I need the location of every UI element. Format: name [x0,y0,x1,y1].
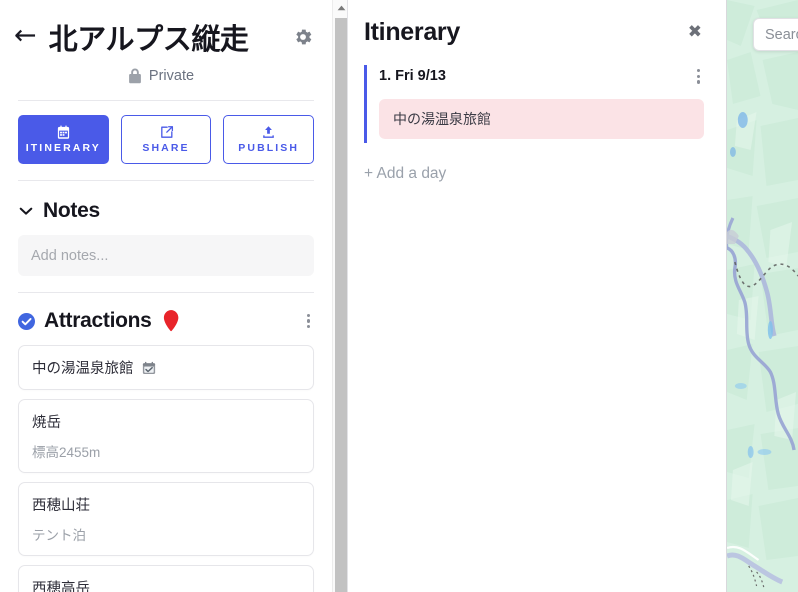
calendar-check-icon [142,361,156,375]
check-circle-icon[interactable] [18,312,35,330]
attraction-subtitle: テント泊 [32,528,86,543]
back-arrow-icon[interactable]: ← [8,20,43,55]
gear-icon[interactable] [292,26,314,48]
attraction-name: 焼岳 [32,415,61,431]
notes-input[interactable]: Add notes... [18,235,314,276]
scroll-up-arrow-icon[interactable] [333,0,348,16]
publish-button[interactable]: PUBLISH [223,115,315,164]
itinerary-day-header: 1. Fri 9/13 [379,65,704,87]
itinerary-day-item[interactable]: 中の湯温泉旅館 [379,98,704,139]
app-root: ← 北アルプス縦走 Private ITINERARY SHARE PUBLIS… [0,0,798,592]
share-icon [159,125,174,140]
attractions-menu-icon[interactable] [303,311,314,332]
list-item[interactable]: 中の湯温泉旅館 [18,345,314,390]
itinerary-button-label: ITINERARY [25,142,101,154]
map-search-placeholder: Search [765,26,798,43]
attraction-subtitle: 標高2455m [32,445,101,460]
publish-button-label: PUBLISH [238,142,300,154]
upload-icon [261,125,276,140]
attraction-name-row: 西穂高岳 [32,577,300,592]
calendar-icon [56,125,71,140]
privacy-status: Private [0,68,332,84]
close-icon[interactable]: ✖ [686,18,704,47]
trip-header: ← 北アルプス縦走 [0,0,332,58]
map-search-box[interactable]: Search [753,18,798,51]
itinerary-day-label: 1. Fri 9/13 [379,68,446,85]
lock-icon [128,68,142,84]
itinerary-header: Itinerary ✖ [348,0,726,47]
scrollbar-thumb[interactable] [335,18,347,592]
chevron-down-icon[interactable] [18,203,34,219]
trip-detail-panel: ← 北アルプス縦走 Private ITINERARY SHARE PUBLIS… [0,0,348,592]
list-item[interactable]: 西穂山荘 テント泊 [18,482,314,556]
attraction-name-row: 西穂山荘 [32,494,300,515]
share-button[interactable]: SHARE [120,115,212,164]
notes-heading: Notes [43,199,100,222]
trip-action-buttons: ITINERARY SHARE PUBLISH [0,101,332,164]
map-pin-icon [163,310,180,332]
list-item[interactable]: 焼岳 標高2455m [18,399,314,473]
attractions-list: 中の湯温泉旅館 焼岳 標高2455m 西穂山荘 テント泊 西穂高岳 [0,333,332,592]
itinerary-day-menu-icon[interactable] [693,66,704,87]
trip-detail-scroll-area: ← 北アルプス縦走 Private ITINERARY SHARE PUBLIS… [0,0,332,592]
itinerary-day: 1. Fri 9/13 中の湯温泉旅館 [364,65,704,143]
map-panel[interactable]: Search [726,0,798,592]
map-canvas[interactable] [727,0,798,592]
attractions-heading: Attractions [44,309,152,332]
notes-section-header[interactable]: Notes [0,181,332,223]
add-day-button[interactable]: + Add a day [364,165,726,183]
notes-placeholder: Add notes... [31,247,109,264]
attraction-name-row: 焼岳 [32,411,300,432]
attraction-name: 西穂高岳 [32,581,90,592]
attraction-name: 中の湯温泉旅館 [32,361,134,377]
itinerary-button[interactable]: ITINERARY [18,115,109,164]
share-button-label: SHARE [142,142,190,154]
attractions-section-header: Attractions [0,293,332,333]
attraction-name: 西穂山荘 [32,498,90,514]
itinerary-panel: Itinerary ✖ 1. Fri 9/13 中の湯温泉旅館 + Add a … [348,0,726,592]
left-panel-scrollbar[interactable] [332,0,348,592]
page-title: 北アルプス縦走 [48,24,249,56]
attraction-name-row: 中の湯温泉旅館 [32,357,300,378]
privacy-label: Private [148,68,195,84]
list-item[interactable]: 西穂高岳 [18,565,314,592]
itinerary-title: Itinerary [364,18,460,46]
